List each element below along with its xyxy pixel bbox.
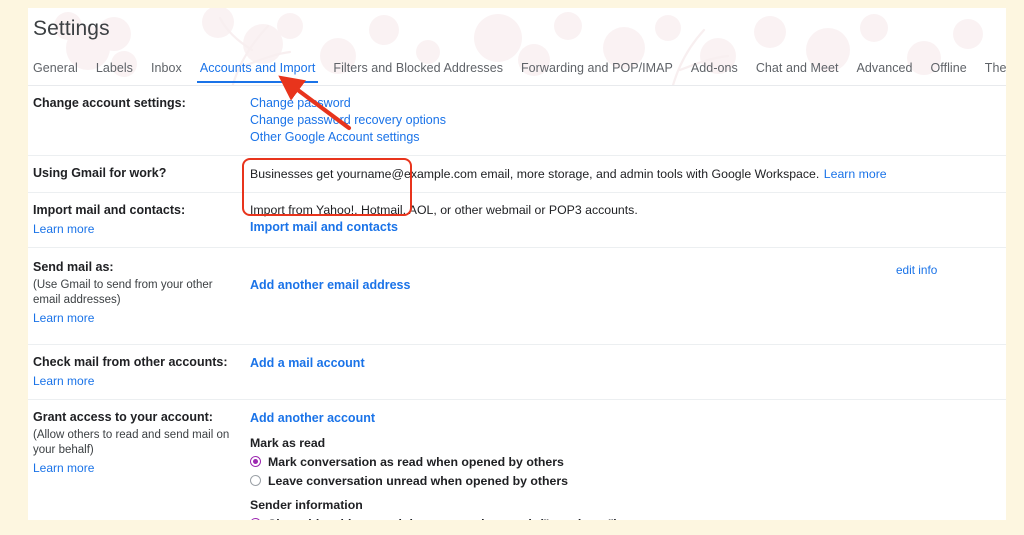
row-right-cell: edit info — [896, 259, 1006, 327]
radio-show-address-and-person-icon[interactable] — [250, 518, 261, 520]
grant-access-learn-more-link[interactable]: Learn more — [33, 460, 242, 477]
radio-label-mark-conversation-read[interactable]: Mark conversation as read when opened by… — [268, 455, 564, 469]
change-password-recovery-link[interactable]: Change password recovery options — [250, 112, 998, 129]
tab-advanced[interactable]: Advanced — [857, 56, 913, 83]
radio-label-show-address-and-person[interactable]: Show this address and the person who sen… — [268, 517, 618, 521]
settings-rows: Change account settings: Change password… — [28, 86, 1006, 520]
add-another-email-address-link[interactable]: Add another email address — [250, 277, 410, 294]
change-password-link[interactable]: Change password — [250, 95, 998, 112]
tab-add-ons[interactable]: Add-ons — [691, 56, 738, 83]
send-mail-as-learn-more-link[interactable]: Learn more — [33, 310, 242, 327]
row-value-cell: Change password Change password recovery… — [250, 95, 1006, 146]
settings-header: Settings — [28, 8, 1006, 56]
send-mail-as-note: (Use Gmail to send from your other email… — [33, 279, 213, 306]
row-label: Import mail and contacts: — [33, 203, 186, 217]
import-learn-more-link[interactable]: Learn more — [33, 221, 242, 238]
row-using-gmail-for-work: Using Gmail for work? Businesses get you… — [28, 156, 1006, 193]
row-label: Using Gmail for work? — [33, 166, 167, 180]
row-check-mail-other-accounts: Check mail from other accounts: Learn mo… — [28, 345, 1006, 400]
check-mail-learn-more-link[interactable]: Learn more — [33, 373, 242, 390]
tab-themes[interactable]: Themes — [985, 56, 1006, 83]
row-value-cell: Add another account Mark as read Mark co… — [250, 409, 1006, 520]
tab-forwarding-and-pop-imap[interactable]: Forwarding and POP/IMAP — [521, 56, 673, 83]
import-description: Import from Yahoo!, Hotmail, AOL, or oth… — [250, 203, 638, 217]
import-mail-and-contacts-link[interactable]: Import mail and contacts — [250, 219, 998, 236]
row-import-mail-and-contacts: Import mail and contacts: Learn more Imp… — [28, 193, 1006, 248]
row-label: Change account settings: — [33, 96, 186, 110]
tab-filters-and-blocked-addresses[interactable]: Filters and Blocked Addresses — [333, 56, 503, 83]
tab-offline[interactable]: Offline — [931, 56, 967, 83]
radio-row-leave-unread[interactable]: Leave conversation unread when opened by… — [250, 472, 998, 489]
row-label-cell: Change account settings: — [28, 95, 250, 146]
row-label-cell: Send mail as: (Use Gmail to send from yo… — [28, 259, 250, 327]
tab-general[interactable]: General — [33, 56, 78, 83]
row-change-account-settings: Change account settings: Change password… — [28, 86, 1006, 156]
gmail-settings-frame: Settings General Labels Inbox Accounts and … — [28, 8, 1006, 520]
row-label: Check mail from other accounts: — [33, 355, 228, 369]
row-value-cell: Businesses get yourname@example.com emai… — [250, 165, 1006, 183]
row-label: Send mail as: — [33, 260, 114, 274]
add-a-mail-account-link[interactable]: Add a mail account — [250, 355, 365, 372]
tab-accounts-and-import[interactable]: Accounts and Import — [196, 56, 318, 83]
radio-mark-conversation-read-icon[interactable] — [250, 456, 261, 467]
tab-inbox[interactable]: Inbox — [151, 56, 182, 83]
row-label-cell: Check mail from other accounts: Learn mo… — [28, 354, 250, 390]
screenshot-root: Settings General Labels Inbox Accounts and … — [0, 0, 1024, 535]
workspace-promo-text: Businesses get yourname@example.com emai… — [250, 167, 820, 181]
radio-label-leave-conversation-unread[interactable]: Leave conversation unread when opened by… — [268, 474, 568, 488]
edit-info-link[interactable]: edit info — [896, 262, 937, 279]
tab-chat-and-meet[interactable]: Chat and Meet — [756, 56, 839, 83]
row-grant-access: Grant access to your account: (Allow oth… — [28, 400, 1006, 520]
radio-row-show-address-and-person[interactable]: Show this address and the person who sen… — [250, 515, 998, 520]
settings-tab-bar: General Labels Inbox Accounts and Import Fil… — [28, 56, 1006, 86]
add-another-account-link[interactable]: Add another account — [250, 410, 375, 427]
page-title: Settings — [33, 17, 110, 40]
grant-access-note: (Allow others to read and send mail on y… — [33, 429, 230, 456]
row-value-cell: Add another email address — [250, 259, 896, 327]
mark-as-read-heading: Mark as read — [250, 436, 326, 450]
tab-labels[interactable]: Labels — [96, 56, 133, 83]
row-value-cell: Add a mail account — [250, 354, 1006, 390]
mark-as-read-group: Mark as read Mark conversation as read w… — [250, 436, 998, 489]
row-value-cell: Import from Yahoo!, Hotmail, AOL, or oth… — [250, 202, 1006, 238]
radio-row-mark-read[interactable]: Mark conversation as read when opened by… — [250, 453, 998, 470]
radio-leave-conversation-unread-icon[interactable] — [250, 475, 261, 486]
row-label-cell: Import mail and contacts: Learn more — [28, 202, 250, 238]
sender-information-heading: Sender information — [250, 498, 363, 512]
sender-information-group: Sender information Show this address and… — [250, 498, 998, 520]
workspace-learn-more-link[interactable]: Learn more — [824, 167, 887, 181]
row-label-cell: Grant access to your account: (Allow oth… — [28, 409, 250, 520]
row-label: Grant access to your account: — [33, 410, 213, 424]
row-send-mail-as: Send mail as: (Use Gmail to send from yo… — [28, 248, 1006, 345]
other-google-account-settings-link[interactable]: Other Google Account settings — [250, 129, 998, 146]
row-label-cell: Using Gmail for work? — [28, 165, 250, 183]
